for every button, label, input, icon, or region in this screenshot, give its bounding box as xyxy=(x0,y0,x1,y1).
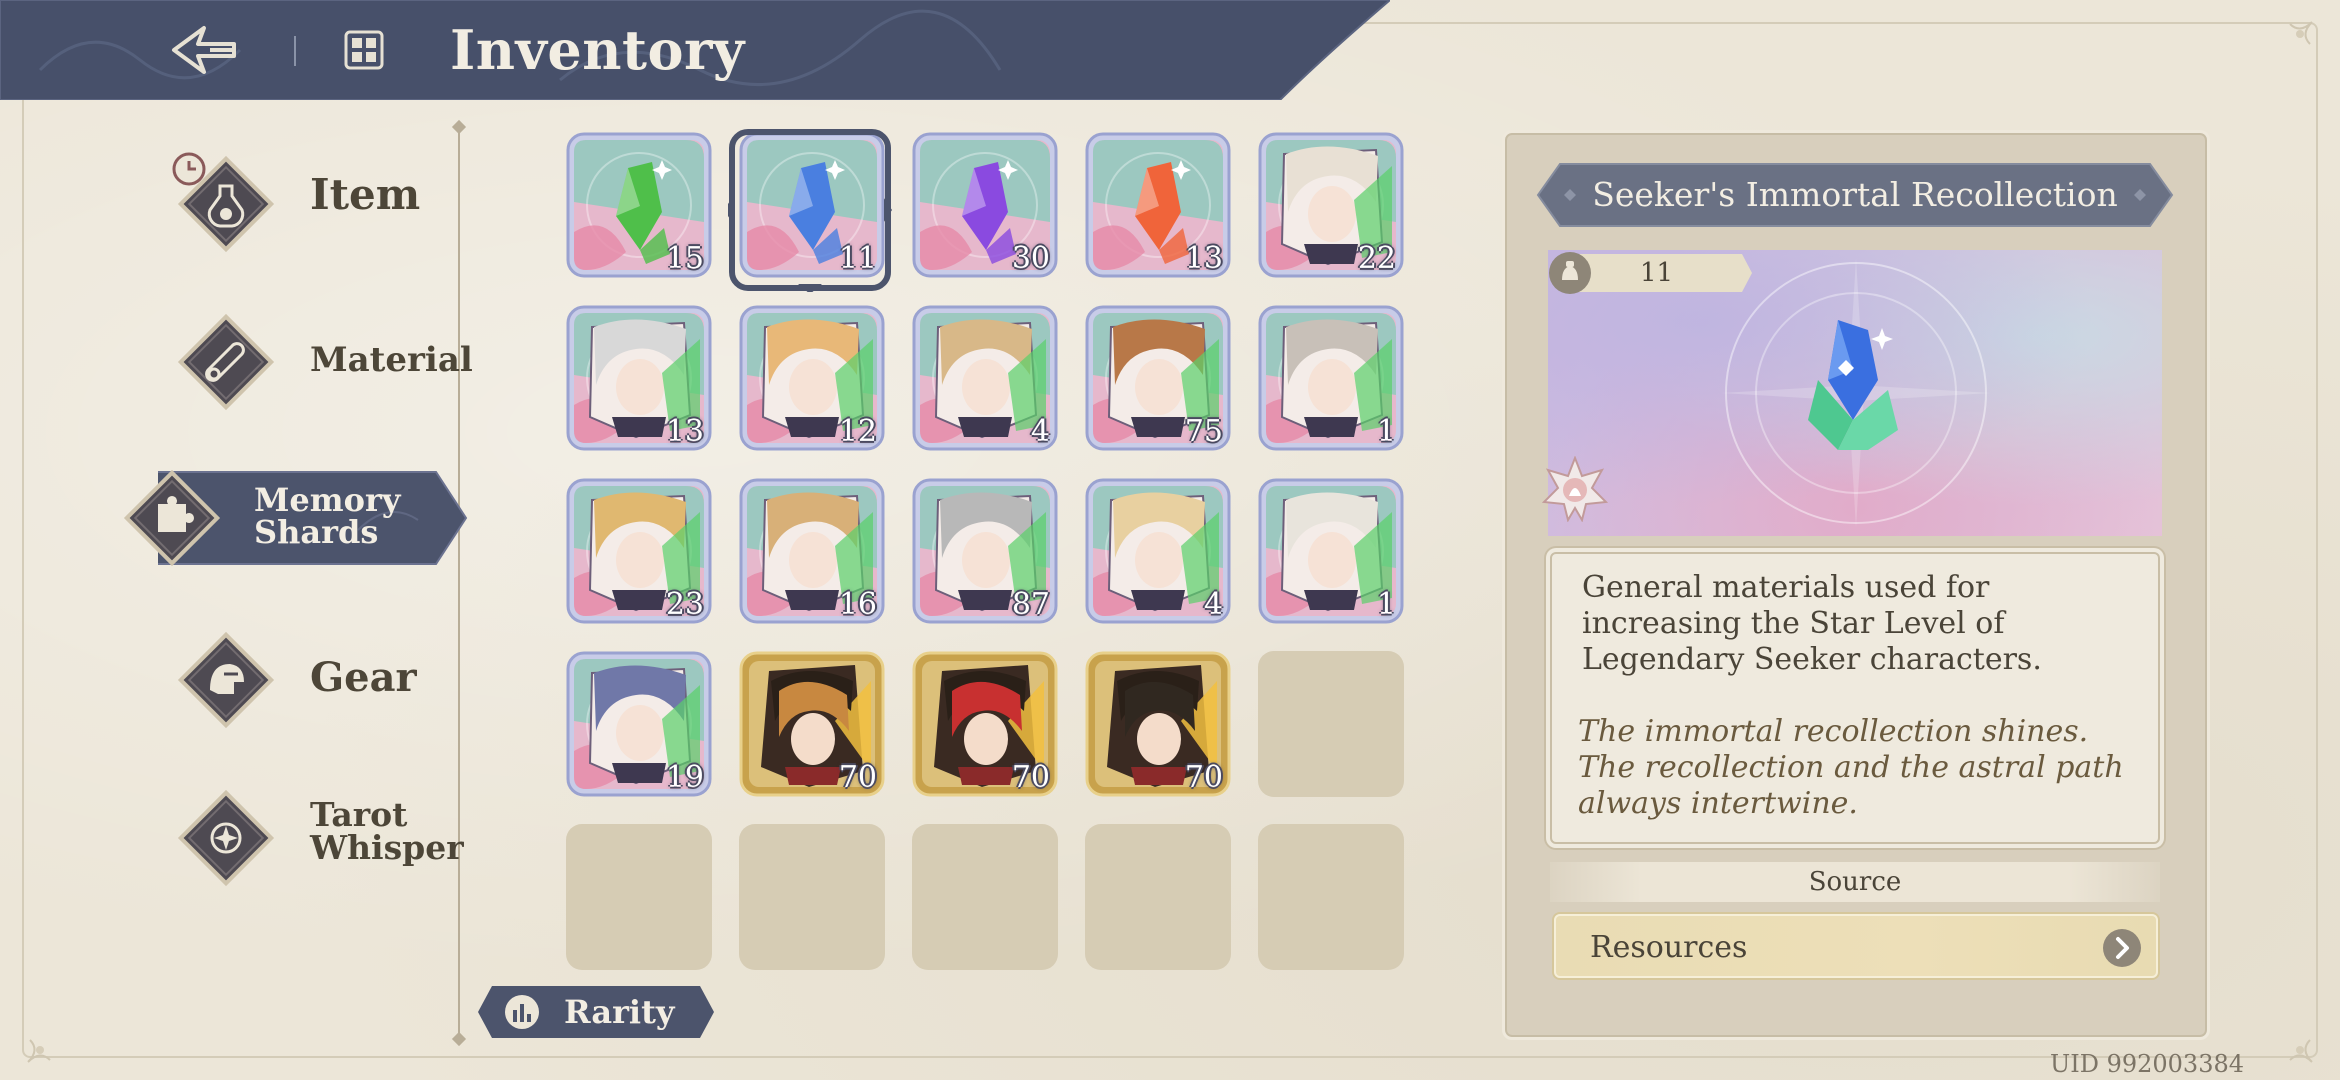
item-count: 13 xyxy=(665,414,704,449)
inventory-slot[interactable]: 4 xyxy=(912,305,1058,451)
sidebar-item-item[interactable]: Item xyxy=(170,148,430,258)
user-id: UID 992003384 xyxy=(2050,1050,2245,1078)
item-description: General materials used for increasing th… xyxy=(1582,570,2042,677)
inventory-slot[interactable]: 13 xyxy=(566,305,712,451)
sidebar-item-label: Item xyxy=(310,170,421,219)
inventory-slot[interactable]: 87 xyxy=(912,478,1058,624)
empty-slot xyxy=(912,824,1058,970)
sidebar-item-material[interactable]: Material xyxy=(170,306,473,416)
back-button[interactable] xyxy=(160,18,250,82)
inventory-slot[interactable]: 1 xyxy=(1258,478,1404,624)
item-count: 4 xyxy=(1030,414,1050,449)
sidebar-item-label: Material xyxy=(310,340,473,380)
back-arrow-icon xyxy=(172,26,236,74)
scroll-icon xyxy=(177,313,275,411)
helmet-icon xyxy=(177,631,275,729)
item-count: 75 xyxy=(1184,414,1223,449)
item-count: 16 xyxy=(838,587,877,622)
inventory-slot[interactable]: 4 xyxy=(1085,478,1231,624)
empty-slot xyxy=(739,824,885,970)
resources-button[interactable]: Resources xyxy=(1554,914,2158,978)
puzzle-icon xyxy=(123,469,221,567)
inventory-slot[interactable]: 30 xyxy=(912,132,1058,278)
empty-slot xyxy=(1085,824,1231,970)
item-count: 70 xyxy=(838,760,877,795)
sidebar-item-label-line2: Whisper xyxy=(310,828,464,867)
inventory-slot[interactable]: 23 xyxy=(566,478,712,624)
header-bar: Inventory xyxy=(0,0,1390,100)
rarity-button-label: Rarity xyxy=(564,993,675,1031)
crystal-icon xyxy=(1808,320,1898,450)
item-count: 70 xyxy=(1011,760,1050,795)
corner-ornament-bottom-right xyxy=(2289,1039,2313,1063)
item-count: 13 xyxy=(1184,241,1223,276)
legendary-star-badge-icon xyxy=(1542,456,1608,522)
inventory-slot[interactable]: 15 xyxy=(566,132,712,278)
page-title: Inventory xyxy=(450,18,745,82)
inventory-slot[interactable]: 11 xyxy=(739,132,885,278)
item-count: 23 xyxy=(665,587,704,622)
bar-chart-icon xyxy=(505,995,539,1029)
header-divider xyxy=(294,36,296,66)
inventory-slot[interactable]: 70 xyxy=(912,651,1058,797)
inventory-slot[interactable]: 70 xyxy=(1085,651,1231,797)
item-count: 12 xyxy=(838,414,877,449)
item-count: 19 xyxy=(665,760,704,795)
sidebar-item-label-line1: Tarot xyxy=(310,795,408,834)
sidebar-item-memory-shards[interactable]: Memory Shards xyxy=(116,462,466,572)
owned-count: 11 xyxy=(1640,258,1674,288)
sidebar-item-gear[interactable]: Gear xyxy=(170,624,430,734)
corner-ornament-bottom-left xyxy=(27,1039,51,1063)
item-title: Seeker's Immortal Recollection xyxy=(1592,175,2118,214)
tarot-icon xyxy=(177,789,275,887)
empty-slot xyxy=(1258,651,1404,797)
inventory-slot[interactable]: 19 xyxy=(566,651,712,797)
inventory-slot[interactable]: 70 xyxy=(739,651,885,797)
inventory-slot[interactable]: 75 xyxy=(1085,305,1231,451)
rarity-sort-button[interactable]: Rarity xyxy=(478,986,714,1038)
item-count: 22 xyxy=(1357,241,1396,276)
sidebar-divider xyxy=(458,126,460,1042)
empty-slot xyxy=(1258,824,1404,970)
item-count: 1 xyxy=(1376,587,1396,622)
item-count: 70 xyxy=(1184,760,1223,795)
item-count: 15 xyxy=(665,241,704,276)
item-count: 87 xyxy=(1011,587,1050,622)
inventory-slot[interactable]: 16 xyxy=(739,478,885,624)
sidebar-item-label: Tarot Whisper xyxy=(310,798,464,864)
item-count: 1 xyxy=(1376,414,1396,449)
item-count: 11 xyxy=(838,241,877,276)
inventory-slot[interactable]: 22 xyxy=(1258,132,1404,278)
item-flavor-text: The immortal recollection shines. The re… xyxy=(1578,714,2124,821)
sidebar-item-tarot-whisper[interactable]: Tarot Whisper xyxy=(170,782,470,892)
item-count: 4 xyxy=(1203,587,1223,622)
inventory-flower-icon xyxy=(344,30,384,70)
sidebar-item-label: Memory Shards xyxy=(254,484,400,548)
sidebar-item-label-line1: Memory xyxy=(254,481,401,519)
sidebar-item-label-line2: Shards xyxy=(254,513,379,551)
inventory-slot[interactable]: 1 xyxy=(1258,305,1404,451)
source-label: Source xyxy=(1808,867,1902,897)
chevron-right-icon xyxy=(2103,929,2141,967)
item-count: 30 xyxy=(1011,241,1050,276)
empty-slot xyxy=(566,824,712,970)
inventory-slot[interactable]: 12 xyxy=(739,305,885,451)
corner-ornament-top-right xyxy=(2289,21,2313,45)
inventory-slot[interactable]: 13 xyxy=(1085,132,1231,278)
resources-label: Resources xyxy=(1590,930,1748,965)
sidebar-item-label: Gear xyxy=(310,654,417,701)
timer-badge-icon xyxy=(172,152,206,186)
